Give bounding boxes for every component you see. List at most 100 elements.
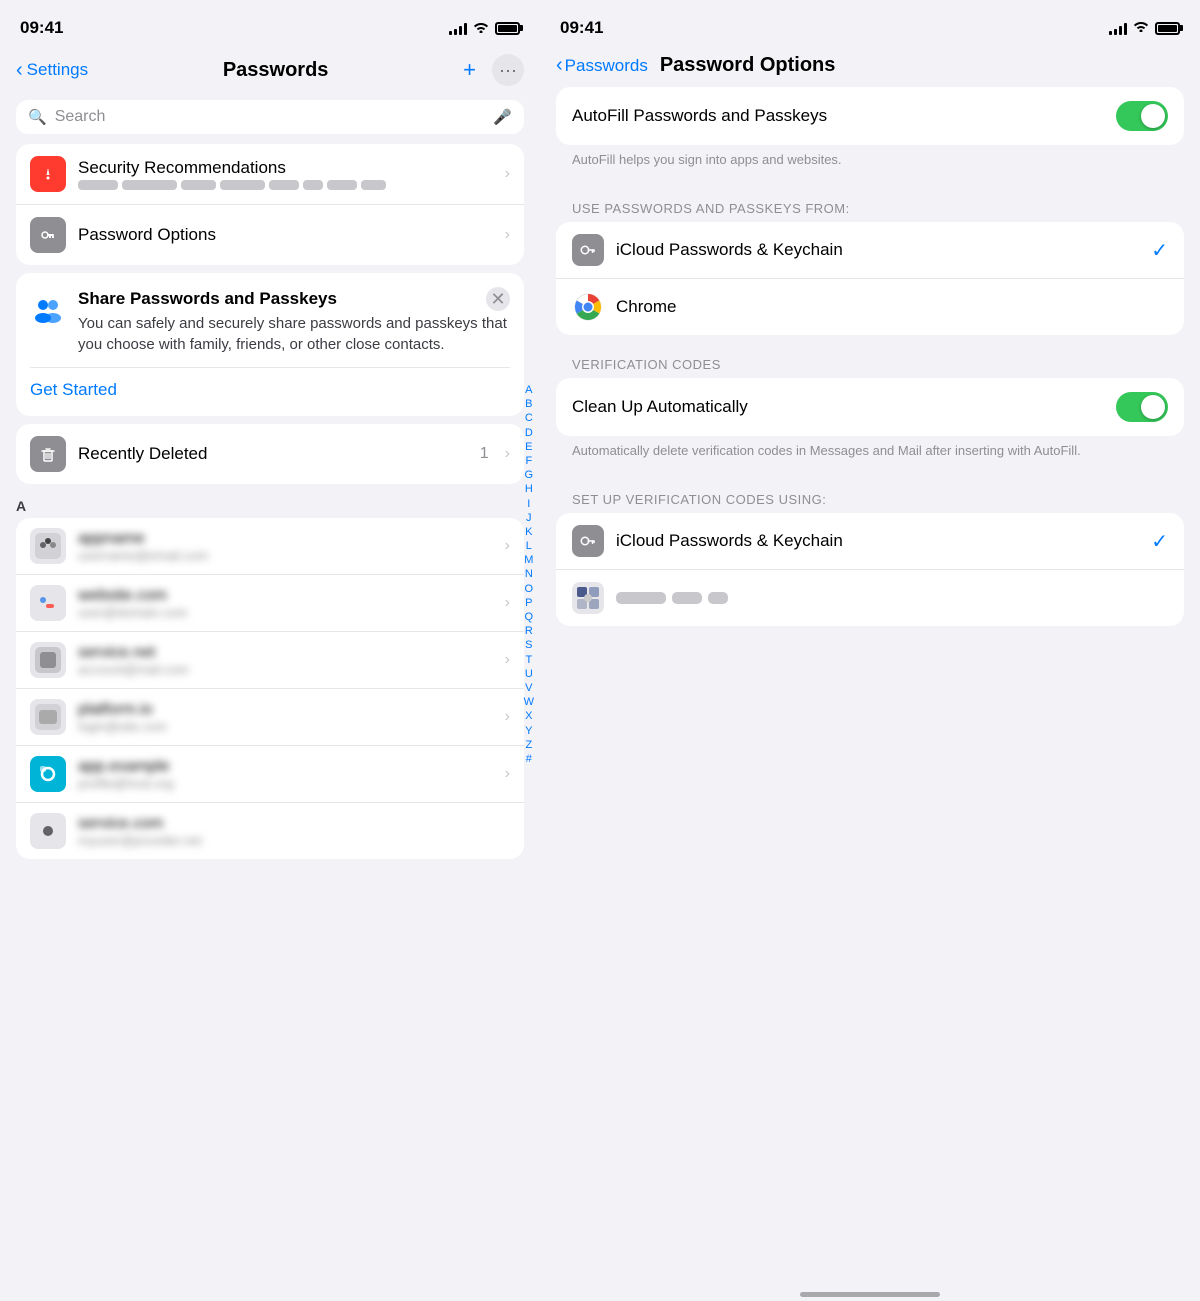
share-card-body: You can safely and securely share passwo… [78, 313, 510, 355]
setup-verification-section: SET UP VERIFICATION CODES USING: iCloud … [556, 486, 1184, 626]
home-bar [800, 1292, 940, 1297]
right-back-button[interactable]: ‹ Passwords [556, 54, 648, 77]
chevron-right-icon-p2: › [505, 594, 510, 612]
signal-icon [449, 21, 467, 35]
app-icon-3 [30, 642, 66, 678]
alpha-n[interactable]: N [523, 568, 535, 581]
alpha-v[interactable]: V [523, 682, 534, 695]
alpha-r[interactable]: R [523, 625, 535, 638]
password-options-title: Password Options [78, 225, 493, 245]
icloud-passwords-label: iCloud Passwords & Keychain [616, 240, 1139, 260]
right-status-bar: 09:41 [540, 0, 1200, 50]
alpha-x[interactable]: X [523, 710, 534, 723]
password-options-text: Password Options [78, 225, 493, 245]
alpha-m[interactable]: M [522, 554, 535, 567]
password-options-item[interactable]: Password Options › [16, 205, 524, 265]
password-info-1: appname username@email.com [78, 530, 493, 563]
icloud-verification-option[interactable]: iCloud Passwords & Keychain ✓ [556, 513, 1184, 570]
alpha-f[interactable]: F [523, 455, 534, 468]
alpha-g[interactable]: G [523, 469, 536, 482]
chevron-right-icon-p1: › [505, 537, 510, 555]
security-icon [30, 156, 66, 192]
left-status-bar: 09:41 [0, 0, 540, 50]
autofill-card: AutoFill Passwords and Passkeys [556, 87, 1184, 145]
alpha-t[interactable]: T [523, 654, 534, 667]
alpha-b[interactable]: B [523, 398, 534, 411]
alpha-q[interactable]: Q [523, 611, 536, 624]
password-item-4[interactable]: platform.io login@site.com › [16, 689, 524, 746]
recently-deleted-item[interactable]: Recently Deleted 1 › [16, 424, 524, 484]
alpha-c[interactable]: C [523, 412, 535, 425]
icloud-passwords-option[interactable]: iCloud Passwords & Keychain ✓ [556, 222, 1184, 279]
share-close-button[interactable]: ✕ [486, 287, 510, 311]
add-button[interactable]: + [463, 57, 476, 83]
chrome-option[interactable]: Chrome [556, 279, 1184, 335]
share-card-header: Share Passwords and Passkeys You can saf… [30, 289, 510, 355]
cleanup-toggle-row: Clean Up Automatically [556, 378, 1184, 436]
more-button[interactable]: ··· [492, 54, 524, 86]
password-info-4: platform.io login@site.com [78, 701, 493, 734]
left-nav-actions: + ··· [463, 54, 524, 86]
alpha-h[interactable]: H [523, 483, 535, 496]
autofill-label: AutoFill Passwords and Passkeys [572, 106, 827, 126]
right-battery-icon [1155, 22, 1180, 35]
right-content: AutoFill Passwords and Passkeys AutoFill… [540, 87, 1200, 1284]
password-info-3: service.net account@mail.com [78, 644, 493, 677]
verification-section-label: VERIFICATION CODES [556, 351, 1184, 378]
verification-sources-card: iCloud Passwords & Keychain ✓ [556, 513, 1184, 626]
alpha-o[interactable]: O [523, 583, 536, 596]
app-icon-6 [30, 813, 66, 849]
alpha-e[interactable]: E [523, 441, 534, 454]
share-people-icon [30, 291, 66, 327]
chrome-icon [572, 291, 604, 323]
right-back-label: Passwords [565, 56, 648, 76]
alpha-l[interactable]: L [524, 540, 534, 553]
password-item-2[interactable]: website.com user@domain.com › [16, 575, 524, 632]
app-icon-4 [30, 699, 66, 735]
app-icon-1 [30, 528, 66, 564]
mic-icon[interactable]: 🎤 [493, 108, 512, 126]
alpha-hash[interactable]: # [524, 753, 534, 766]
alpha-a[interactable]: A [523, 384, 534, 397]
chrome-label: Chrome [616, 297, 1168, 317]
password-user-3: account@mail.com [78, 662, 493, 677]
alpha-s[interactable]: S [523, 639, 534, 652]
password-item-1[interactable]: appname username@email.com › [16, 518, 524, 575]
alpha-w[interactable]: W [522, 696, 536, 709]
alpha-p[interactable]: P [523, 597, 534, 610]
password-name-2: website.com [78, 587, 493, 605]
password-user-6: myuser@provider.net [78, 833, 510, 848]
alpha-d[interactable]: D [523, 427, 535, 440]
password-info-6: service.com myuser@provider.net [78, 815, 510, 848]
alpha-z[interactable]: Z [523, 739, 534, 752]
left-back-button[interactable]: ‹ Settings [16, 59, 88, 82]
password-item-6[interactable]: service.com myuser@provider.net [16, 803, 524, 859]
alpha-y[interactable]: Y [523, 725, 534, 738]
other-verification-option[interactable] [556, 570, 1184, 626]
cleanup-toggle[interactable] [1116, 392, 1168, 422]
use-passwords-label: USE PASSWORDS AND PASSKEYS FROM: [556, 195, 1184, 222]
password-name-3: service.net [78, 644, 493, 662]
recently-deleted-section: Recently Deleted 1 › [16, 424, 524, 484]
alpha-u[interactable]: U [523, 668, 535, 681]
autofill-description: AutoFill helps you sign into apps and we… [556, 145, 1184, 179]
alpha-i[interactable]: I [525, 498, 532, 511]
chevron-right-icon-p5: › [505, 765, 510, 783]
alpha-j[interactable]: J [524, 512, 534, 525]
password-item-5[interactable]: app.example profile@host.org › [16, 746, 524, 803]
get-started-button[interactable]: Get Started [30, 380, 510, 400]
trash-icon [30, 436, 66, 472]
search-input[interactable]: Search [55, 108, 486, 126]
alpha-k[interactable]: K [523, 526, 534, 539]
password-item-3[interactable]: service.net account@mail.com › [16, 632, 524, 689]
icloud-verification-label: iCloud Passwords & Keychain [616, 531, 1139, 551]
security-recommendations-item[interactable]: Security Recommendations › [16, 144, 524, 205]
search-bar[interactable]: 🔍 Search 🎤 [16, 100, 524, 134]
right-signal-icon [1109, 21, 1127, 35]
password-name-5: app.example [78, 758, 493, 776]
cleanup-label: Clean Up Automatically [572, 397, 748, 417]
autofill-toggle-row: AutoFill Passwords and Passkeys [556, 87, 1184, 145]
use-passwords-section: USE PASSWORDS AND PASSKEYS FROM: iCloud … [556, 195, 1184, 335]
app-icon-2 [30, 585, 66, 621]
autofill-toggle[interactable] [1116, 101, 1168, 131]
